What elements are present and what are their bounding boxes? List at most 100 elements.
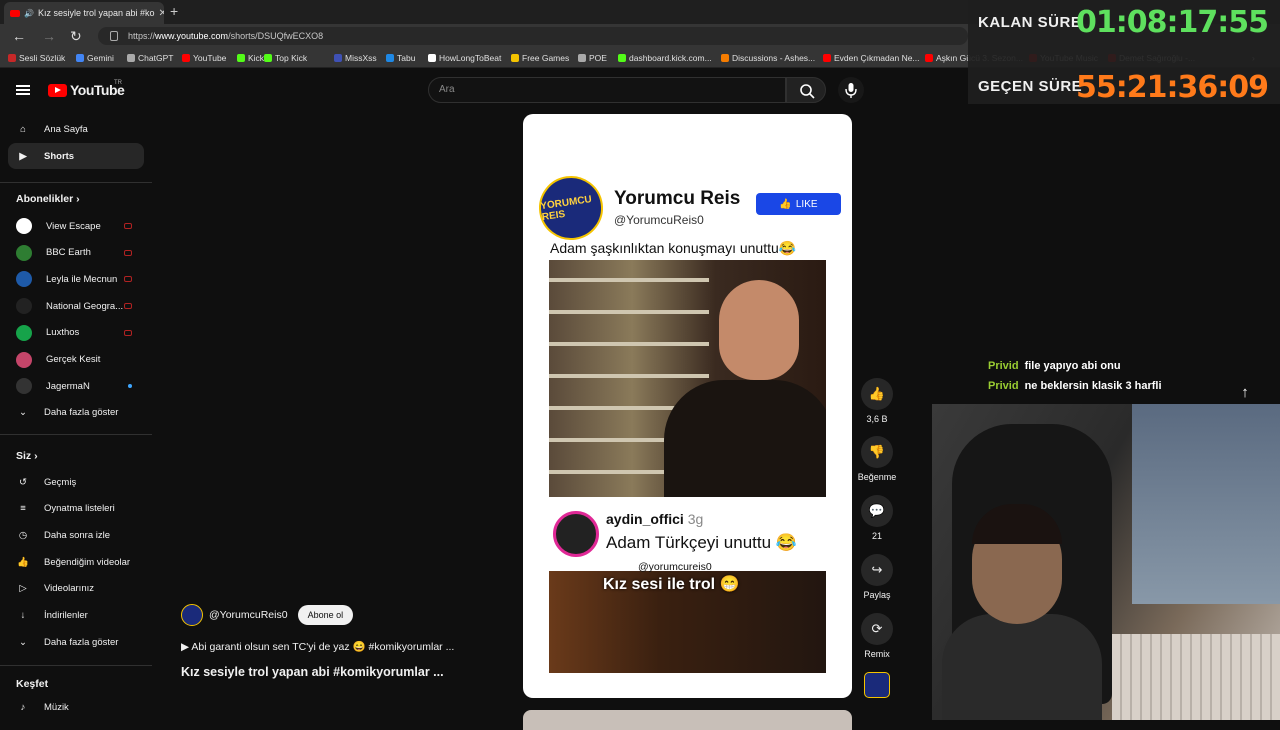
sidebar-subscription[interactable]: Gerçek Kesit <box>8 347 144 373</box>
youtube-favicon-icon <box>10 9 20 17</box>
sidebar-item[interactable]: ▷ Videolarınız <box>8 576 144 602</box>
bookmark-item[interactable]: Kick <box>237 53 264 63</box>
bookmark-favicon-icon <box>618 54 626 62</box>
embedded-caption: Kız sesi ile trol 😁 <box>603 576 740 593</box>
show-more-subscriptions[interactable]: ⌄ Daha fazla göster <box>8 399 144 425</box>
bookmark-item[interactable]: Tabu <box>386 53 415 63</box>
video-description[interactable]: ▶ Abi garanti olsun sen TC'yi de yaz 😄 #… <box>181 640 454 653</box>
url-field[interactable]: https://www.youtube.com/shorts/DSUQfwECX… <box>98 27 968 45</box>
bookmark-label: dashboard.kick.com... <box>629 53 712 63</box>
you-heading[interactable]: Siz › <box>16 450 38 462</box>
action-thumb-up[interactable]: 👍 3,6 B <box>856 378 898 424</box>
sidebar-item-label: View Escape <box>46 220 101 232</box>
live-indicator-icon <box>124 303 132 310</box>
url-path: /shorts/DSUQfwECXO8 <box>228 31 324 41</box>
sidebar-item-label: İndirilenler <box>44 610 88 621</box>
channel-avatar <box>16 351 32 368</box>
sidebar-item[interactable]: ⌂ Ana Sayfa <box>8 116 144 142</box>
channel-handle-link[interactable]: @YorumcuReis0 <box>209 609 288 621</box>
bookmark-item[interactable]: ChatGPT <box>127 53 173 63</box>
bookmark-label: Sesli Sözlük <box>19 53 66 63</box>
bookmark-label: Free Games <box>522 53 570 63</box>
voice-search-button[interactable] <box>838 77 864 103</box>
bookmark-item[interactable]: YouTube <box>182 53 226 63</box>
video-like-overlay: 👍 LIKE <box>756 193 841 215</box>
sound-avatar[interactable] <box>864 672 890 698</box>
speaker-icon[interactable]: 🔊 <box>24 9 34 18</box>
subscribe-button[interactable]: Abone ol <box>297 605 354 625</box>
music-icon: ♪ <box>20 701 26 713</box>
live-indicator-icon <box>124 223 132 229</box>
sidebar-item[interactable]: ↺ Geçmiş <box>8 469 144 495</box>
tab-title: Kız sesiyle trol yapan abi #ko <box>37 8 155 18</box>
action-comment[interactable]: 💬 21 <box>856 495 898 541</box>
bookmark-label: YouTube <box>193 53 227 63</box>
next-short-preview[interactable] <box>523 710 852 730</box>
sidebar-item-label: Geçmiş <box>44 476 77 488</box>
logo-country: TR <box>114 80 122 86</box>
bookmark-item[interactable]: Evden Çıkmadan Ne... <box>823 53 920 63</box>
bookmark-item[interactable]: Free Games <box>511 53 569 63</box>
bookmark-item[interactable]: dashboard.kick.com... <box>618 53 712 63</box>
show-more-library[interactable]: ⌄ Daha fazla göster <box>8 629 144 655</box>
action-label: Remix <box>864 649 890 659</box>
comment-avatar <box>553 511 599 557</box>
sidebar-item[interactable]: 👍 Beğendiğim videolar <box>8 549 144 575</box>
video-channel-handle: @YorumcuReis0 <box>614 213 704 227</box>
action-share[interactable]: ↪ Paylaş <box>856 554 898 600</box>
bookmark-item[interactable]: HowLongToBeat <box>428 53 501 63</box>
search-button[interactable] <box>786 77 826 103</box>
lock-icon <box>110 31 118 41</box>
home-icon: ⌂ <box>20 123 26 135</box>
close-tab-icon[interactable]: ✕ <box>159 8 164 19</box>
sidebar-item-label: Shorts <box>44 150 75 162</box>
shorts-player[interactable]: YORUMCU REIS Yorumcu Reis @YorumcuReis0 … <box>523 114 852 698</box>
sidebar-item-label: Müzik <box>44 701 69 713</box>
bookmark-label: ChatGPT <box>138 53 174 63</box>
bookmark-item[interactable]: Gemini <box>76 53 114 63</box>
sidebar-item[interactable]: ≡ Oynatma listeleri <box>8 496 144 522</box>
back-icon[interactable]: ← <box>12 28 26 44</box>
sidebar-item-label: Luxthos <box>46 327 80 339</box>
explore-heading[interactable]: Keşfet <box>16 678 48 690</box>
sidebar-subscription[interactable]: JagermaN <box>8 373 144 399</box>
channel-avatar <box>16 324 32 341</box>
video-title[interactable]: Kız sesiyle trol yapan abi #komikyorumla… <box>181 665 444 679</box>
sidebar-item[interactable]: ↓ İndirilenler <box>8 603 144 629</box>
subscriptions-heading[interactable]: Abonelikler › <box>16 193 80 205</box>
bookmark-item[interactable]: Discussions - Ashes... <box>721 53 815 63</box>
forward-icon[interactable]: → <box>42 28 56 44</box>
search-input[interactable]: Ara <box>428 77 786 103</box>
bookmark-item[interactable]: Sesli Sözlük <box>8 53 65 63</box>
action-remix[interactable]: ⟳ Remix <box>856 613 898 659</box>
channel-avatar-small[interactable] <box>181 604 203 626</box>
chevron-right-icon: › <box>31 450 38 462</box>
thumb-up-icon: 👍 <box>861 378 893 410</box>
comment-user: aydin_offici 3g <box>606 511 704 527</box>
new-tab-button[interactable]: + <box>170 3 178 19</box>
bookmark-item[interactable]: POE <box>578 53 607 63</box>
sidebar-item-label: Daha fazla göster <box>44 406 119 418</box>
reload-icon[interactable]: ↻ <box>70 28 82 45</box>
chevron-right-icon: › <box>73 193 80 205</box>
bookmark-favicon-icon <box>8 54 16 62</box>
bookmark-favicon-icon <box>386 54 394 62</box>
youtube-logo[interactable]: YouTube TR <box>48 80 125 98</box>
browser-tab[interactable]: 🔊 Kız sesiyle trol yapan abi #ko ✕ <box>4 2 164 24</box>
chat-username: Privid <box>988 380 1019 392</box>
bookmark-item[interactable]: Top Kick <box>264 53 307 63</box>
url-host: www.youtube.com <box>155 31 229 41</box>
bookmark-item[interactable]: MissXss <box>334 53 377 63</box>
remix-icon: ⟳ <box>861 613 893 645</box>
bookmark-favicon-icon <box>182 54 190 62</box>
sidebar-item[interactable]: ◷ Daha sonra izle <box>8 522 144 548</box>
sidebar-item[interactable]: ♪ Müzik <box>8 694 144 720</box>
channel-avatar <box>16 271 32 288</box>
sidebar-item[interactable]: ▶ Shorts <box>8 143 144 169</box>
menu-icon[interactable] <box>16 85 30 95</box>
history-icon: ↺ <box>19 476 27 488</box>
channel-avatar <box>16 244 32 261</box>
thumb-up-icon: 👍 <box>17 556 29 568</box>
action-thumb-down[interactable]: 👎 Beğenme <box>856 436 898 482</box>
remaining-value: 01:08:17:55 <box>1076 5 1269 40</box>
